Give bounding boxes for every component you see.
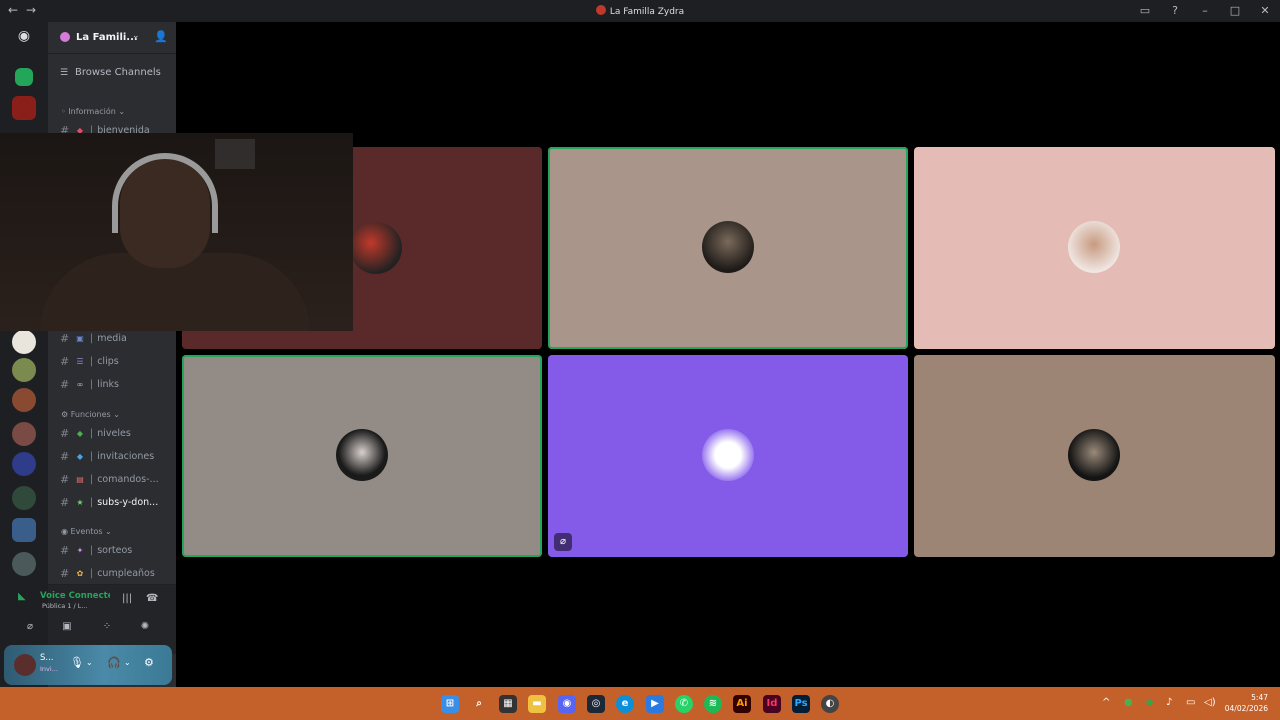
avatar[interactable]	[14, 654, 36, 676]
soundboard-icon[interactable]: ✺	[135, 621, 155, 639]
app-icon[interactable]: ▶	[646, 695, 664, 713]
chevron-down-icon[interactable]: ⌄	[132, 31, 140, 41]
window-title: La Familla Zydra	[0, 5, 1280, 17]
list-icon: ☰	[60, 68, 69, 78]
chevron-up-icon[interactable]: ^	[1102, 697, 1110, 708]
guild-icon[interactable]	[12, 422, 36, 446]
channel-niveles[interactable]: # ◆ | niveles	[60, 424, 172, 442]
participant-tile[interactable]	[548, 147, 908, 349]
volume-icon[interactable]: ◁)	[1204, 697, 1216, 708]
channel-subs-y-donaciones[interactable]: # ★ | subs-y-don...	[60, 493, 172, 511]
avatar	[336, 429, 388, 481]
guild-icon[interactable]	[12, 388, 36, 412]
guild-icon[interactable]	[12, 96, 36, 120]
taskbar: ⊞ ⌕ ▦ ▬ ◉ ◎ e ▶ ✆ ≋ Ai Id Ps ◐ ^ ● ◆ ♪ ▭…	[0, 687, 1280, 720]
photoshop-icon[interactable]: Ps	[792, 695, 810, 713]
disconnect-icon[interactable]: ☎	[146, 593, 158, 604]
illustrator-icon[interactable]: Ai	[733, 695, 751, 713]
user-panel: S... Invi... 🎙 ⌄ 🎧 ⌄ ⚙	[4, 645, 172, 685]
avatar	[702, 429, 754, 481]
discord-icon[interactable]: ◉	[12, 28, 36, 46]
mic-off-icon[interactable]: 🎙	[70, 656, 84, 669]
voice-panel: Voice Connecte Pública 1 / L... ||| ☎ ⌀ …	[27, 584, 176, 654]
server-icon	[60, 32, 70, 42]
close-button[interactable]: ✕	[1250, 0, 1280, 22]
maximize-button[interactable]: □	[1220, 0, 1250, 22]
participant-tile[interactable]	[182, 355, 542, 557]
camera-off-icon[interactable]: ⌀	[20, 621, 40, 639]
channel-sidebar: La Famili... ⌄ 👤 ☰ Browse Channels ◦ Info…	[27, 22, 176, 687]
participant-tile[interactable]	[914, 355, 1275, 557]
tray-icon[interactable]: ●	[1124, 697, 1133, 708]
category-funciones[interactable]: ⚙ Funciones ⌄	[61, 410, 120, 419]
category-eventos[interactable]: ◉ Eventos ⌄	[61, 527, 112, 536]
server-icon	[595, 5, 606, 15]
steam-icon[interactable]: ◎	[587, 695, 605, 713]
inbox-icon[interactable]: ▭	[1130, 0, 1160, 22]
indesign-icon[interactable]: Id	[763, 695, 781, 713]
whatsapp-icon[interactable]: ✆	[675, 695, 693, 713]
channel-media[interactable]: # ▣ | media	[60, 329, 172, 347]
display-icon[interactable]: ▭	[1186, 697, 1195, 708]
webcam-overlay	[0, 133, 353, 331]
app-icon[interactable]: ▦	[499, 695, 517, 713]
channel-sorteos[interactable]: # ✦ | sorteos	[60, 541, 172, 559]
channel-clips[interactable]: # ☰ | clips	[60, 352, 172, 370]
headset-icon[interactable]: 🎧	[107, 656, 121, 669]
camera-off-icon: ⌀	[554, 533, 572, 551]
chevron-down-icon[interactable]: ⌄	[124, 658, 131, 667]
title-bar: ←→ La Familla Zydra ▭ ? – □ ✕	[0, 0, 1280, 22]
voice-status[interactable]: Voice Connecte	[40, 591, 110, 601]
chevron-down-icon[interactable]: ⌄	[86, 658, 93, 667]
avatar	[1068, 221, 1120, 273]
server-header[interactable]: La Famili... ⌄ 👤	[48, 22, 176, 54]
username[interactable]: S...	[40, 653, 54, 663]
clock[interactable]: 5:47 04/02/2026	[1225, 692, 1268, 714]
add-user-icon[interactable]: 👤	[154, 30, 168, 43]
browse-channels[interactable]: ☰ Browse Channels	[60, 67, 161, 78]
gear-icon[interactable]: ⚙	[144, 656, 154, 669]
guild-icon[interactable]	[12, 552, 36, 576]
minimize-button[interactable]: –	[1190, 0, 1220, 22]
participant-tile[interactable]	[914, 147, 1275, 349]
voice-channel[interactable]: Pública 1 / L...	[42, 602, 88, 610]
edge-icon[interactable]: e	[616, 695, 634, 713]
avatar	[350, 222, 402, 274]
search-icon[interactable]: ⌕	[470, 695, 488, 713]
discord-icon[interactable]: ◉	[558, 695, 576, 713]
voice-stage: ⌀	[176, 22, 1280, 687]
screen-share-icon[interactable]: ▣	[57, 621, 77, 639]
channel-cumpleanos[interactable]: # ✿ | cumpleaños	[60, 564, 172, 582]
channel-invitaciones[interactable]: # ◆ | invitaciones	[60, 447, 172, 465]
guild-icon[interactable]	[12, 486, 36, 510]
soundwave-icon[interactable]: |||	[122, 593, 132, 604]
participant-tile[interactable]: ⌀	[548, 355, 908, 557]
app-icon[interactable]: ◐	[821, 695, 839, 713]
guild-icon[interactable]	[15, 68, 33, 86]
windows-start-icon[interactable]: ⊞	[441, 695, 459, 713]
guild-folder[interactable]	[12, 518, 36, 542]
spotify-icon[interactable]: ≋	[704, 695, 722, 713]
channel-comandos[interactable]: # ▤ | comandos-...	[60, 470, 172, 488]
headphones	[112, 153, 218, 233]
server-name: La Famili...	[76, 32, 138, 43]
guild-icon[interactable]	[12, 330, 36, 354]
tray-icon[interactable]: ◆	[1146, 697, 1154, 708]
activities-icon[interactable]: ⁘	[97, 621, 117, 639]
guild-icon[interactable]	[12, 452, 36, 476]
folder-icon[interactable]: ▬	[528, 695, 546, 713]
guild-icon[interactable]	[12, 358, 36, 382]
avatar	[702, 221, 754, 273]
channel-links[interactable]: # ∞ | links	[60, 375, 172, 393]
mic-icon[interactable]: ♪	[1166, 697, 1172, 708]
guild-list: ◉	[0, 22, 48, 687]
signal-icon: ◣	[18, 591, 26, 602]
user-status: Invi...	[40, 665, 58, 673]
category-informacion[interactable]: ◦ Información ⌄	[61, 107, 125, 116]
help-icon[interactable]: ?	[1160, 0, 1190, 22]
avatar	[1068, 429, 1120, 481]
